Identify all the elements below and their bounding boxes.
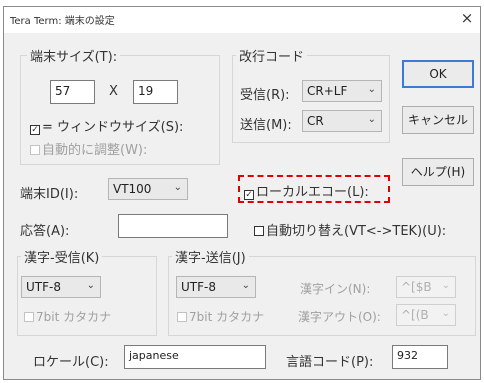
locale-label: ロケール(C): <box>33 355 109 370</box>
kanji-in-value: ^[$B <box>401 280 432 294</box>
equals-window-size-label: = ウィンドウサイズ(S): <box>42 120 184 135</box>
auto-switch-checkbox[interactable]: 自動切り替え(VT<->TEK)(U): <box>254 220 446 239</box>
terminal-id-value: VT100 <box>113 182 152 196</box>
checkbox-icon <box>24 312 34 322</box>
auto-switch-label: 自動切り替え(VT<->TEK)(U): <box>266 224 447 239</box>
chevron-down-icon: ⌄ <box>86 280 95 291</box>
close-icon[interactable]: × <box>458 9 476 27</box>
kanji-receive-katakana-checkbox[interactable]: 7bit カタカナ <box>24 308 111 325</box>
checkbox-checked-icon: ✓ <box>244 190 254 200</box>
checkbox-icon <box>254 226 264 236</box>
transmit-newline-value: CR <box>307 114 324 128</box>
answerback-input[interactable] <box>118 214 228 238</box>
checkbox-checked-icon: ✓ <box>30 125 40 135</box>
terminal-id-select[interactable]: VT100 ⌄ <box>108 178 188 200</box>
kanji-receive-label: 漢字-受信(K) <box>21 247 103 266</box>
locale-input[interactable]: japanese <box>124 345 266 369</box>
transmit-newline-select[interactable]: CR ⌄ <box>302 110 382 132</box>
terminal-id-label: 端末ID(I): <box>20 187 79 202</box>
kanji-receive-select[interactable]: UTF-8 ⌄ <box>21 276 101 298</box>
chevron-down-icon: ⌄ <box>441 280 450 291</box>
auto-adjust-label: 自動的に調整(W): <box>42 143 148 158</box>
terminal-cols-input[interactable]: 57 <box>50 80 95 104</box>
kanji-receive-value: UTF-8 <box>26 280 61 294</box>
receive-newline-value: CR+LF <box>307 84 348 98</box>
auto-adjust-checkbox[interactable]: 自動的に調整(W): <box>30 139 147 158</box>
equals-window-size-checkbox[interactable]: ✓ = ウィンドウサイズ(S): <box>30 116 183 135</box>
kanji-out-label: 漢字アウト(O): <box>298 310 381 324</box>
ok-button[interactable]: OK <box>402 60 474 88</box>
answerback-label: 応答(A): <box>20 224 70 239</box>
size-separator: X <box>109 84 118 99</box>
kanji-out-value: ^[(B <box>401 308 429 322</box>
checkbox-icon <box>30 145 40 155</box>
kanji-in-label: 漢字イン(N): <box>300 282 371 296</box>
code-page-input[interactable]: 932 <box>392 345 448 369</box>
terminal-size-label: 端末サイズ(T): <box>27 46 121 65</box>
help-button[interactable]: ヘルプ(H) <box>402 158 474 186</box>
kanji-transmit-katakana-checkbox[interactable]: 7bit カタカナ <box>177 308 264 325</box>
newline-group-label: 改行コード <box>236 46 308 65</box>
kanji-transmit-value: UTF-8 <box>181 280 216 294</box>
window-title: Tera Term: 端末の設定 <box>10 16 115 27</box>
chevron-down-icon: ⌄ <box>367 84 376 95</box>
chevron-down-icon: ⌄ <box>367 114 376 125</box>
kanji-receive-katakana-label: 7bit カタカナ <box>36 310 112 324</box>
checkbox-icon <box>177 312 187 322</box>
kanji-in-select[interactable]: ^[$B ⌄ <box>396 276 456 298</box>
kanji-transmit-select[interactable]: UTF-8 ⌄ <box>176 276 256 298</box>
kanji-transmit-katakana-label: 7bit カタカナ <box>189 310 265 324</box>
receive-newline-select[interactable]: CR+LF ⌄ <box>302 80 382 102</box>
receive-label: 受信(R): <box>240 88 290 103</box>
kanji-transmit-label: 漢字-送信(J) <box>172 247 249 266</box>
local-echo-checkbox[interactable]: ✓ ローカルエコー(L): <box>244 181 369 200</box>
transmit-label: 送信(M): <box>240 118 292 133</box>
chevron-down-icon: ⌄ <box>441 308 450 319</box>
terminal-rows-input[interactable]: 19 <box>133 80 178 104</box>
chevron-down-icon: ⌄ <box>173 182 182 193</box>
cancel-button[interactable]: キャンセル <box>402 106 474 134</box>
chevron-down-icon: ⌄ <box>241 280 250 291</box>
code-page-label: 言語コード(P): <box>286 355 374 370</box>
kanji-out-select[interactable]: ^[(B ⌄ <box>396 304 456 326</box>
local-echo-label: ローカルエコー(L): <box>256 185 369 200</box>
